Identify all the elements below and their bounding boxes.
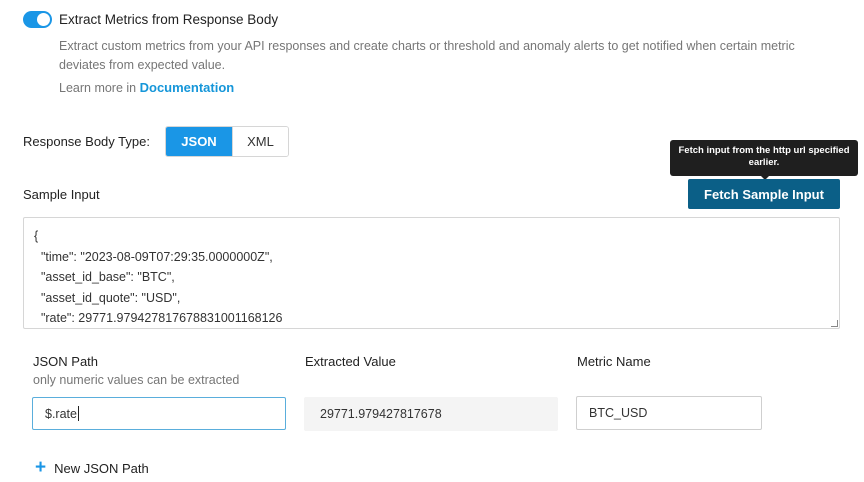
metric-name-value: BTC_USD <box>589 406 648 420</box>
code-line: } <box>34 329 829 330</box>
learn-more-prefix: Learn more in <box>59 81 137 95</box>
extracted-value-text: 29771.979427817678 <box>320 407 442 421</box>
fetch-tooltip: Fetch input from the http url specified … <box>670 140 858 176</box>
response-body-type-selector: JSON XML <box>165 126 289 157</box>
json-path-input[interactable]: $.rate <box>32 397 286 430</box>
code-line: "time": "2023-08-09T07:29:35.0000000Z", <box>34 249 273 264</box>
toggle-label: Extract Metrics from Response Body <box>59 12 279 27</box>
extract-description: Extract custom metrics from your API res… <box>59 39 795 72</box>
learn-more: Learn more in Documentation <box>59 80 234 95</box>
sample-input-label: Sample Input <box>23 187 100 202</box>
sample-input-textarea[interactable]: { "time": "2023-08-09T07:29:35.0000000Z"… <box>23 217 840 329</box>
metric-name-input[interactable]: BTC_USD <box>576 396 762 430</box>
toggle-knob <box>37 13 50 26</box>
code-line: "asset_id_base": "BTC", <box>34 270 175 284</box>
documentation-link[interactable]: Documentation <box>140 80 235 95</box>
new-json-path-label: New JSON Path <box>54 460 149 476</box>
code-line: "asset_id_quote": "USD", <box>34 290 181 305</box>
json-path-value: $.rate <box>45 406 77 421</box>
extract-metrics-toggle[interactable] <box>23 11 52 28</box>
text-caret <box>77 406 79 421</box>
code-line: { <box>34 229 39 243</box>
new-json-path-button[interactable]: + New JSON Path <box>35 457 149 478</box>
plus-icon: + <box>35 457 47 478</box>
json-path-subtitle: only numeric values can be extracted <box>33 373 240 387</box>
response-body-type-label: Response Body Type: <box>23 134 150 149</box>
xml-option-button[interactable]: XML <box>232 127 288 156</box>
json-path-title: JSON Path <box>33 354 99 369</box>
fetch-sample-input-button[interactable]: Fetch Sample Input <box>688 179 840 209</box>
extracted-value-field: 29771.979427817678 <box>304 397 558 431</box>
metric-name-title: Metric Name <box>577 354 651 369</box>
json-option-button[interactable]: JSON <box>166 127 232 156</box>
resize-handle-icon[interactable] <box>831 320 838 327</box>
extracted-value-title: Extracted Value <box>305 354 396 369</box>
code-line: "rate": 29771.979427817678831001168126 <box>34 311 283 325</box>
